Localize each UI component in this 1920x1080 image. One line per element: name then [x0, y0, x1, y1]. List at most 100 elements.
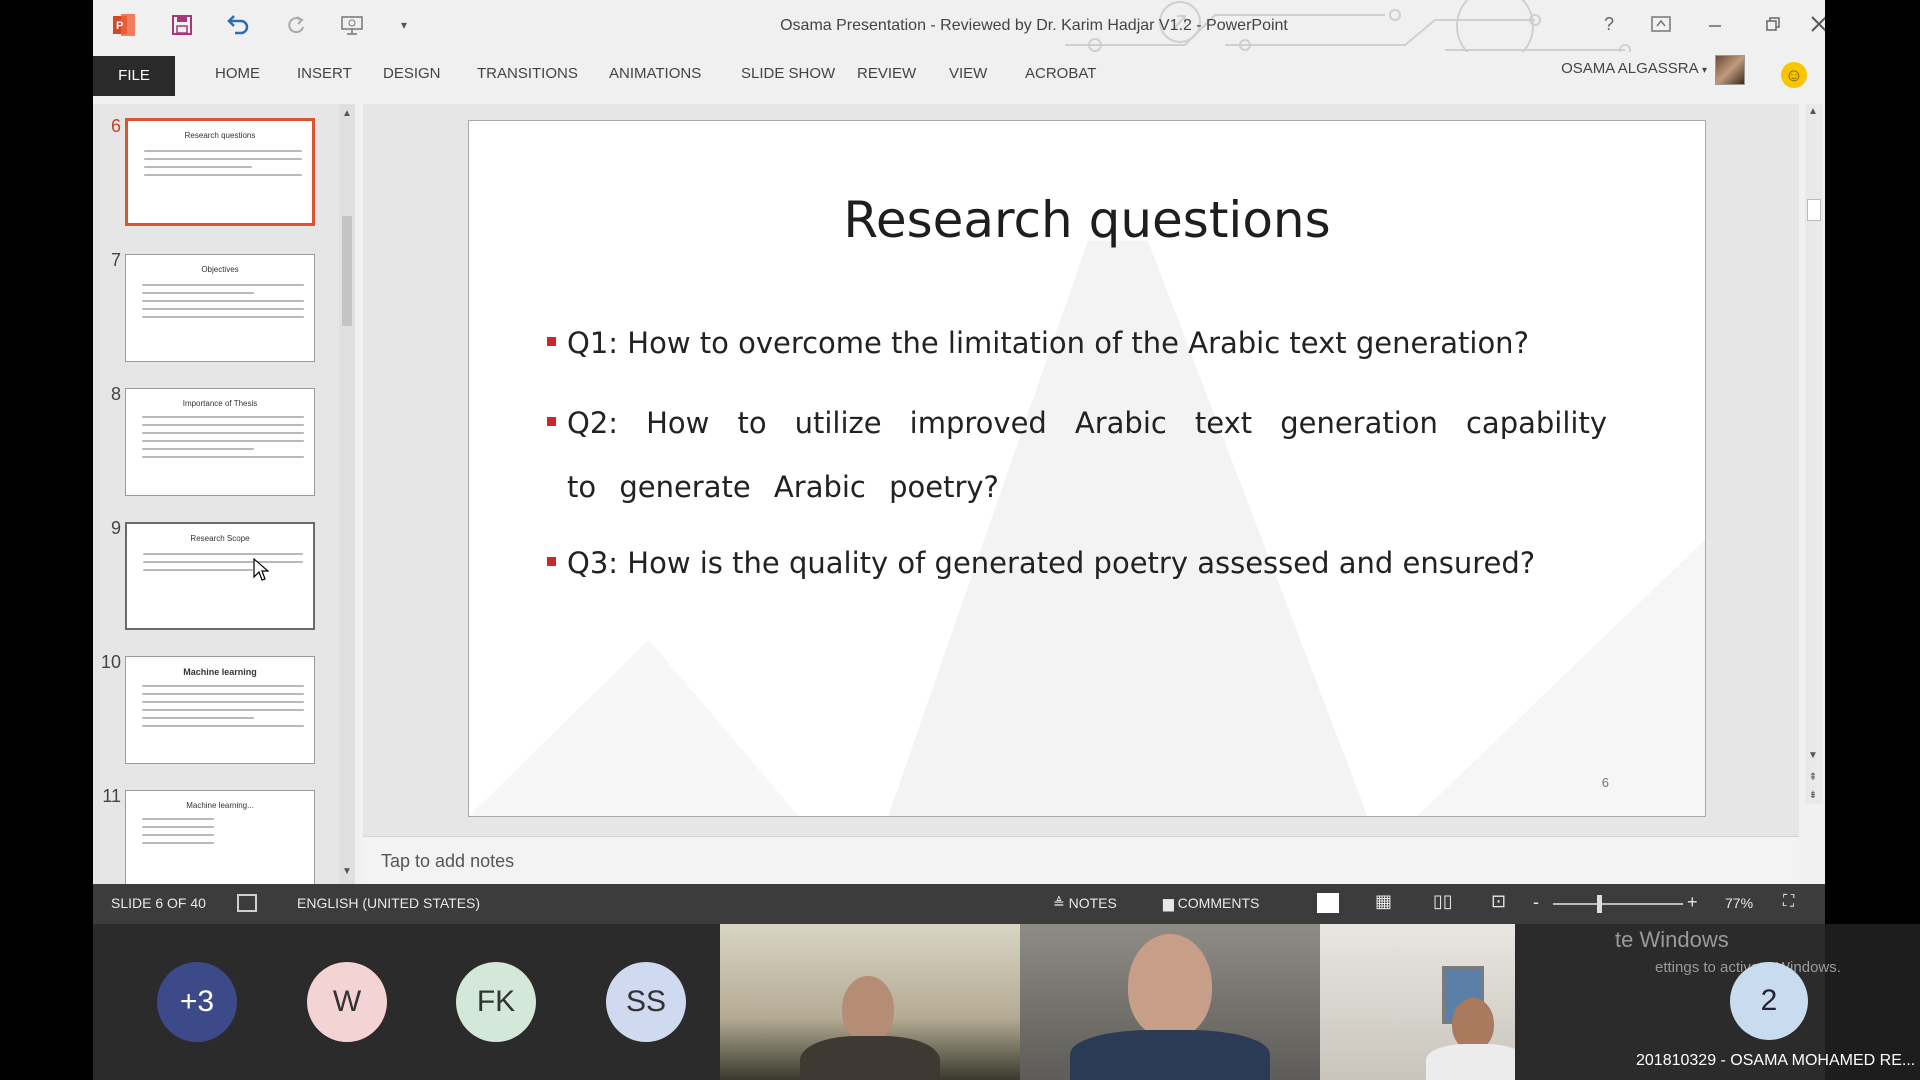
- slide-thumbnail-9[interactable]: Research Scope: [125, 522, 315, 630]
- ribbon-display-options-icon[interactable]: [1641, 10, 1681, 38]
- slide-thumbnail-11[interactable]: Machine learning...: [125, 790, 315, 884]
- scroll-down-icon[interactable]: ▼: [340, 866, 354, 880]
- user-account-name[interactable]: OSAMA ALGASSRA ▾: [1561, 60, 1707, 77]
- notes-button[interactable]: ≜ NOTES: [1053, 895, 1117, 912]
- thumbnail-line: [142, 448, 254, 450]
- tab-slide-show[interactable]: SLIDE SHOW: [729, 52, 847, 92]
- notes-icon: ≜: [1053, 895, 1065, 911]
- slide-show-icon[interactable]: ⊡: [1491, 891, 1506, 912]
- participant-video[interactable]: [720, 924, 1020, 1080]
- meeting-participants-strip: +3 W FK SS: [93, 924, 1825, 1080]
- restore-icon[interactable]: [1753, 10, 1793, 38]
- activation-title: te Windows: [1615, 927, 1729, 952]
- fit-to-window-icon[interactable]: ⛶: [1783, 893, 1794, 911]
- thumbnail-line: [142, 292, 254, 294]
- thumbnail-number: 9: [110, 518, 121, 538]
- zoom-slider[interactable]: [1553, 903, 1683, 905]
- tab-view[interactable]: VIEW: [937, 52, 999, 92]
- thumbnail-line: [143, 553, 303, 555]
- thumbnail-scrollbar[interactable]: ▲ ▼: [339, 104, 355, 884]
- slide-sorter-icon[interactable]: ▦: [1375, 891, 1392, 912]
- thumbnail-line: [142, 424, 304, 426]
- participant-avatar[interactable]: SS: [606, 962, 686, 1042]
- zoom-level[interactable]: 77%: [1725, 895, 1753, 911]
- reading-view-icon[interactable]: ▯▯: [1433, 891, 1453, 912]
- spelling-icon[interactable]: [237, 894, 257, 912]
- slide-counter[interactable]: SLIDE 6 OF 40: [111, 895, 206, 911]
- participant-avatar[interactable]: +3: [157, 962, 237, 1042]
- scroll-up-icon[interactable]: ▲: [1806, 106, 1820, 120]
- person-body: [1070, 1030, 1270, 1080]
- slide-thumbnail-8[interactable]: Importance of Thesis: [125, 388, 315, 496]
- slide-thumbnail-7[interactable]: Objectives: [125, 254, 315, 362]
- thumbnail-line: [142, 416, 304, 418]
- tab-animations[interactable]: ANIMATIONS: [597, 52, 713, 92]
- next-slide-icon[interactable]: ⇟: [1806, 790, 1820, 804]
- tab-acrobat[interactable]: ACROBAT: [1013, 52, 1108, 92]
- tab-insert[interactable]: INSERT: [285, 52, 364, 92]
- slide-thumbnail-10[interactable]: Machine learning: [125, 656, 315, 764]
- tab-design[interactable]: DESIGN: [371, 52, 453, 92]
- slide-title: Research questions: [843, 191, 1331, 249]
- thumbnail-line: [142, 834, 214, 836]
- participant-avatar[interactable]: W: [307, 962, 387, 1042]
- thumbnail-line: [142, 300, 304, 302]
- tab-review[interactable]: REVIEW: [845, 52, 928, 92]
- thumbnail-title: Importance of Thesis: [182, 399, 258, 408]
- scrollbar-thumb[interactable]: [342, 216, 352, 326]
- scroll-down-icon[interactable]: ▼: [1806, 750, 1820, 764]
- chevron-down-icon: ▾: [1701, 65, 1707, 76]
- window-title: Osama Presentation - Reviewed by Dr. Kar…: [780, 17, 1288, 34]
- thumbnail-line: [142, 440, 304, 442]
- thumbnail-number: 11: [102, 786, 121, 806]
- thumbnail-line: [144, 174, 302, 176]
- thumbnail-number: 10: [101, 652, 122, 672]
- bullet-marker: [547, 417, 556, 426]
- bullet-text: Q1: How to overcome the limitation of th…: [567, 326, 1529, 360]
- tab-transitions[interactable]: TRANSITIONS: [465, 52, 590, 92]
- comments-button[interactable]: ▆ COMMENTS: [1163, 895, 1259, 912]
- thumbnail-line: [142, 717, 254, 719]
- slide-editing-area: Research questions Q1: How to overcome t…: [363, 104, 1799, 836]
- slide-scrollbar[interactable]: ▲ ▼ ⇞ ⇟: [1805, 104, 1823, 804]
- thumbnail-number: 6: [110, 116, 121, 136]
- bullet-marker: [547, 557, 556, 566]
- thumbnail-title: Research questions: [184, 131, 256, 140]
- language-indicator[interactable]: ENGLISH (UNITED STATES): [297, 895, 480, 911]
- slide-thumbnails-pane: 6 Research questions 7 Objectives 8 Impo…: [93, 104, 355, 884]
- bullet-text: Q3: How is the quality of generated poet…: [567, 546, 1536, 580]
- participant-avatar[interactable]: FK: [456, 962, 536, 1042]
- zoom-out-button[interactable]: -: [1533, 892, 1539, 913]
- current-slide[interactable]: Research questions Q1: How to overcome t…: [468, 120, 1706, 817]
- participant-count-badge[interactable]: 2: [1730, 962, 1808, 1040]
- thumbnail-number: 8: [110, 384, 121, 404]
- status-bar: SLIDE 6 OF 40 ENGLISH (UNITED STATES) ≜ …: [93, 884, 1825, 924]
- help-icon[interactable]: ?: [1589, 10, 1629, 38]
- participant-video[interactable]: [1020, 924, 1320, 1080]
- thumbnail-line: [142, 685, 304, 687]
- normal-view-icon[interactable]: [1317, 893, 1339, 913]
- zoom-slider-thumb[interactable]: [1597, 895, 1602, 913]
- previous-slide-icon[interactable]: ⇞: [1806, 772, 1820, 786]
- bullet-item: Q1: How to overcome the limitation of th…: [547, 311, 1607, 375]
- avatar[interactable]: [1715, 55, 1745, 85]
- scrollbar-thumb[interactable]: [1807, 199, 1821, 221]
- tab-home[interactable]: HOME: [203, 52, 272, 92]
- notes-placeholder: Tap to add notes: [381, 851, 515, 871]
- scroll-up-icon[interactable]: ▲: [340, 108, 354, 122]
- thumbnail-line: [144, 150, 302, 152]
- person-body: [800, 1036, 940, 1080]
- title-bar: P ▾ Osama Presentation - Reviewed by Dr.…: [93, 0, 1825, 65]
- close-icon[interactable]: [1799, 10, 1825, 38]
- thumbnail-title: Research Scope: [190, 534, 250, 543]
- feedback-smiley-icon[interactable]: ☺: [1781, 62, 1807, 88]
- tab-file[interactable]: FILE: [93, 56, 175, 96]
- zoom-in-button[interactable]: +: [1687, 892, 1698, 913]
- minimize-icon[interactable]: [1695, 10, 1735, 38]
- bullet-item: Q3: How is the quality of generated poet…: [547, 531, 1607, 595]
- notes-pane[interactable]: Tap to add notes: [363, 836, 1799, 884]
- presenter-label: 201810329 - OSAMA MOHAMED RE...: [1636, 1052, 1916, 1069]
- bullet-item: Q2: How to utilize improved Arabic text …: [547, 391, 1607, 519]
- slide-thumbnail-6[interactable]: Research questions: [125, 118, 315, 226]
- participant-video[interactable]: [1320, 924, 1515, 1080]
